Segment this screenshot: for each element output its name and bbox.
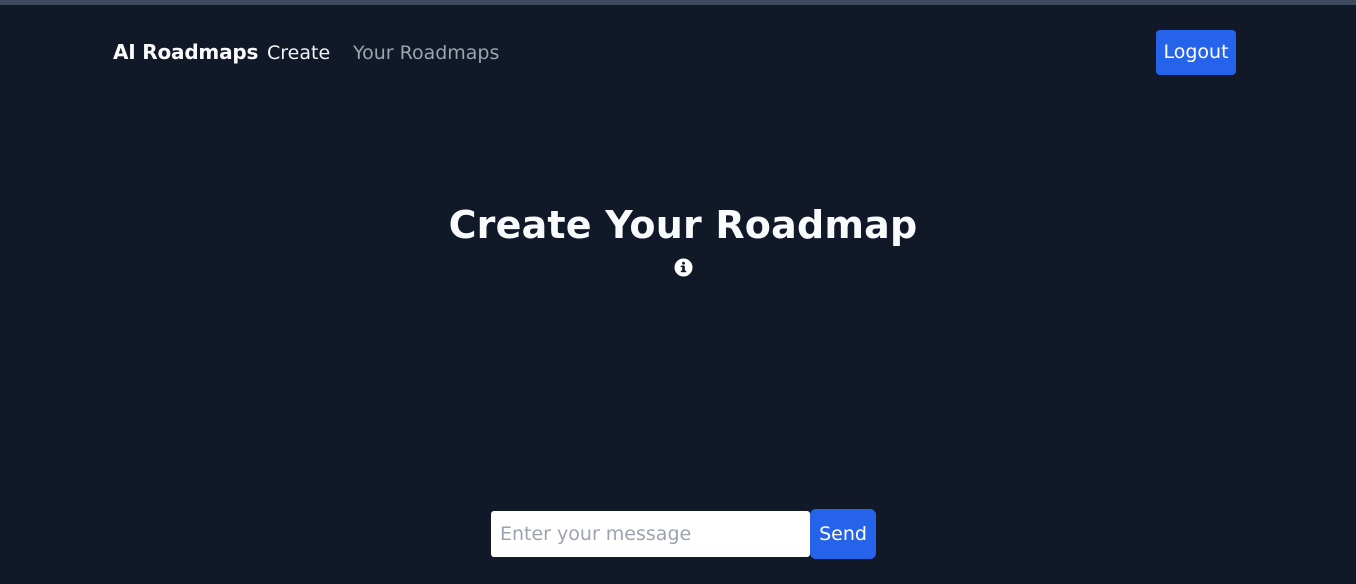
navbar: AI Roadmaps Create Your Roadmaps Logout [0, 5, 1356, 95]
brand-logo-link[interactable]: AI Roadmaps [113, 40, 258, 64]
message-input[interactable] [491, 511, 810, 557]
page-title: Create Your Roadmap [448, 203, 918, 247]
info-circle-icon[interactable] [674, 258, 693, 277]
nav-link-create[interactable]: Create [267, 41, 330, 65]
logout-button[interactable]: Logout [1156, 30, 1236, 75]
nav-link-your-roadmaps[interactable]: Your Roadmaps [353, 41, 499, 65]
message-composer: Send [491, 509, 877, 559]
send-button[interactable]: Send [810, 509, 876, 559]
